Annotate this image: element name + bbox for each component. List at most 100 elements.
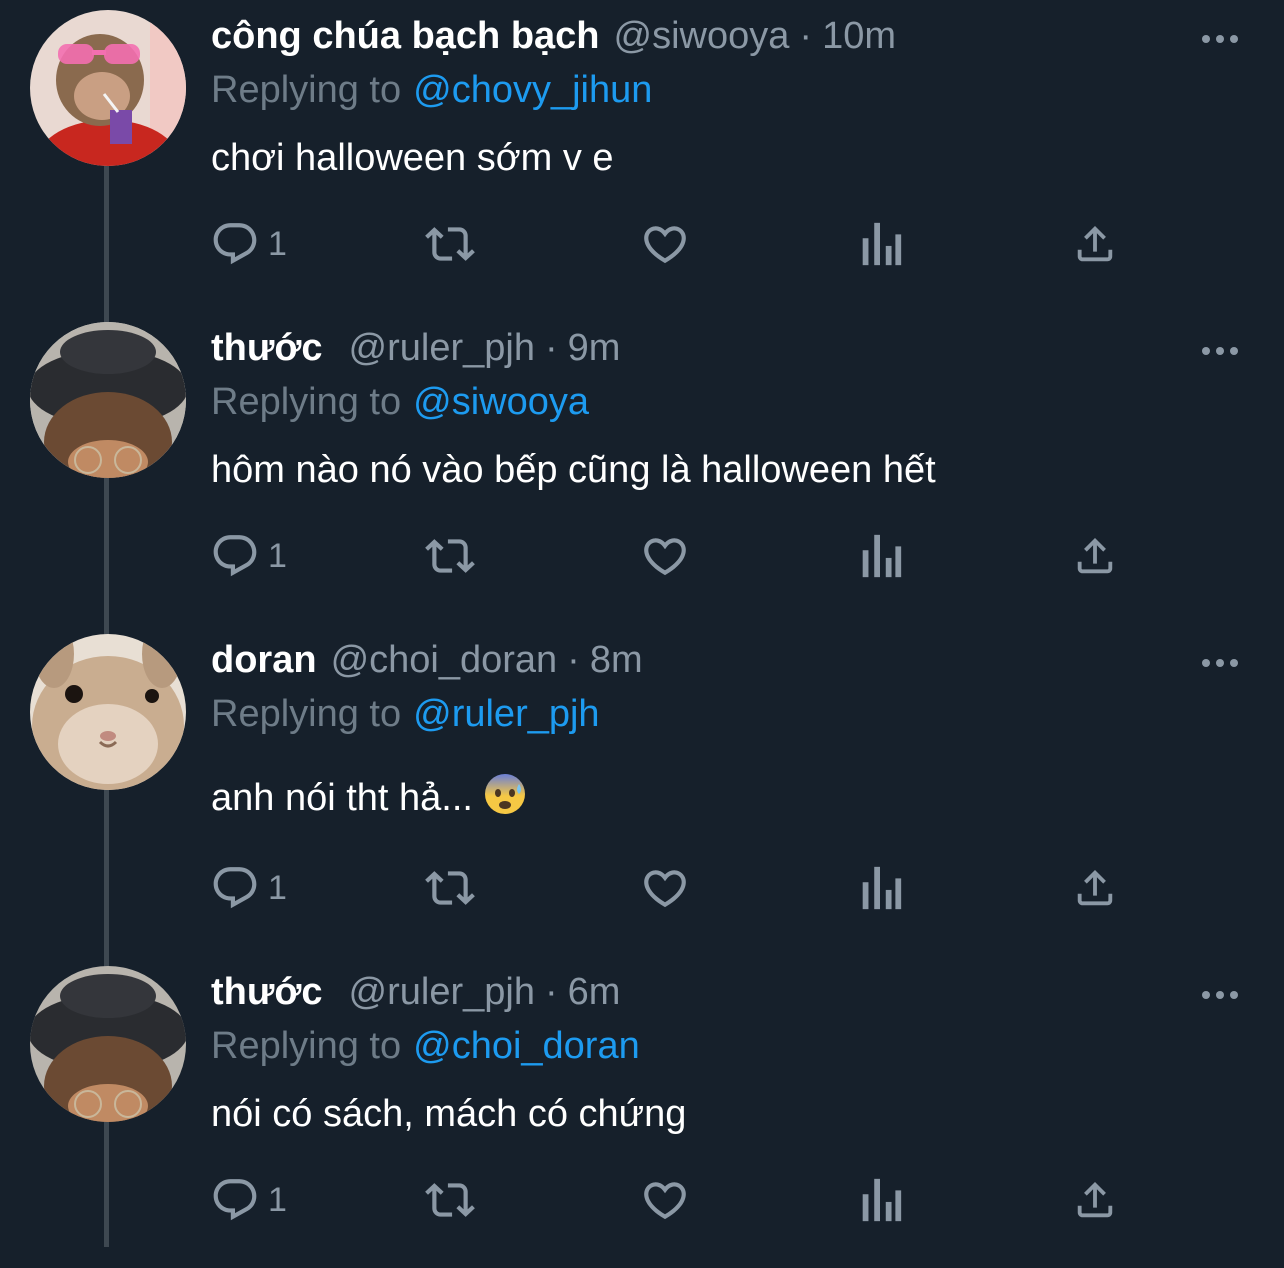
share-button[interactable] [1072,1170,1118,1230]
replying-to-label: Replying to [211,381,402,423]
tweet[interactable]: thước @ruler_pjh · 9m Replying to @siwooy… [0,312,1284,624]
display-name[interactable]: thước [211,964,323,1020]
user-handle[interactable]: @ruler_pjh [349,964,535,1020]
tweet-actions: 1 [210,526,1130,586]
display-name[interactable]: thước [211,320,323,376]
reply-count: 1 [268,224,287,263]
analytics-icon [862,866,902,910]
analytics-button[interactable] [858,214,902,274]
heart-icon [644,538,686,576]
person-hat-avatar-image [30,966,186,1122]
timestamp[interactable]: 8m [590,632,643,688]
analytics-icon [862,534,902,578]
user-handle[interactable]: @ruler_pjh [349,320,535,376]
display-name[interactable]: công chúa bạch bạch [211,8,600,64]
tweet[interactable]: công chúa bạch bạch @siwooya · 10m Reply… [0,0,1284,312]
like-button[interactable] [640,526,690,586]
more-options-icon [1202,659,1238,667]
reply-button[interactable]: 1 [210,858,287,918]
share-button[interactable] [1072,858,1118,918]
heart-icon [644,1182,686,1220]
separator-dot: · [799,15,813,57]
retweet-button[interactable] [423,526,477,586]
separator-dot: · [544,971,558,1013]
tweet-text: chơi halloween sớm v e [211,137,614,179]
replying-to-link[interactable]: @siwooya [413,381,589,423]
person-hat-avatar-image [30,322,186,478]
replying-to-label: Replying to [211,69,402,111]
retweet-icon [425,871,475,905]
timestamp[interactable]: 9m [568,320,621,376]
tweet[interactable]: thước @ruler_pjh · 6m Replying to @choi_d… [0,956,1284,1268]
tweet[interactable]: doran @choi_doran · 8m Replying to @ruler… [0,624,1284,936]
tweet-text: hôm nào nó vào bếp cũng là halloween hết [211,449,936,491]
share-icon [1077,225,1113,262]
reply-button[interactable]: 1 [210,526,287,586]
reply-count: 1 [268,1180,287,1219]
reply-icon [213,223,257,265]
heart-icon [644,870,686,908]
analytics-button[interactable] [858,526,902,586]
separator-dot: · [567,639,580,681]
more-options-button[interactable] [1196,336,1244,366]
tweet-text-container: anh nói tht hả... [211,768,527,828]
share-button[interactable] [1072,526,1118,586]
reply-button[interactable]: 1 [210,1170,287,1230]
tweet-header: thước @ruler_pjh · 6m [211,964,620,1020]
avatar[interactable] [30,10,186,166]
reply-count: 1 [268,536,287,575]
reply-icon [213,1179,257,1221]
reply-icon [213,867,257,909]
share-icon [1077,537,1113,574]
replying-to: Replying to @siwooya [211,374,589,430]
retweet-icon [425,227,475,261]
tweet-header: doran @choi_doran · 8m [211,632,643,688]
retweet-button[interactable] [423,1170,477,1230]
avatar[interactable] [30,966,186,1122]
tweet-text: nói có sách, mách có chứng [211,1093,687,1135]
tweet-header: thước @ruler_pjh · 9m [211,320,620,376]
analytics-icon [862,222,902,266]
more-options-icon [1202,35,1238,43]
analytics-button[interactable] [858,858,902,918]
replying-to: Replying to @choi_doran [211,1018,640,1074]
analytics-button[interactable] [858,1170,902,1230]
tweet-actions: 1 [210,1170,1130,1230]
tweet-actions: 1 [210,858,1130,918]
tweet-text: anh nói tht hả... [211,777,473,819]
like-button[interactable] [640,1170,690,1230]
monkey-avatar-image [30,10,186,166]
retweet-button[interactable] [423,214,477,274]
user-handle[interactable]: @siwooya [614,8,790,64]
reply-button[interactable]: 1 [210,214,287,274]
replying-to-label: Replying to [211,693,402,735]
tweet-header: công chúa bạch bạch @siwooya · 10m [211,8,896,64]
reply-icon [213,535,257,577]
avatar[interactable] [30,322,186,478]
reply-thread: công chúa bạch bạch @siwooya · 10m Reply… [0,0,1284,1247]
replying-to: Replying to @chovy_jihun [211,62,652,118]
avatar[interactable] [30,634,186,790]
more-options-button[interactable] [1196,24,1244,54]
more-options-button[interactable] [1196,648,1244,678]
share-button[interactable] [1072,214,1118,274]
rabbit-avatar-image [30,634,186,790]
like-button[interactable] [640,214,690,274]
more-options-icon [1202,347,1238,355]
user-handle[interactable]: @choi_doran [331,632,558,688]
reply-count: 1 [268,868,287,907]
more-options-button[interactable] [1196,980,1244,1010]
like-button[interactable] [640,858,690,918]
replying-to-link[interactable]: @ruler_pjh [413,693,599,735]
timestamp[interactable]: 6m [568,964,621,1020]
replying-to: Replying to @ruler_pjh [211,686,600,742]
retweet-icon [425,539,475,573]
display-name[interactable]: doran [211,632,317,688]
replying-to-link[interactable]: @chovy_jihun [413,69,652,111]
anxious-face-with-sweat-emoji [484,774,525,814]
timestamp[interactable]: 10m [822,8,896,64]
retweet-button[interactable] [423,858,477,918]
replying-to-link[interactable]: @choi_doran [413,1025,640,1067]
analytics-icon [862,1178,902,1222]
replying-to-label: Replying to [211,1025,402,1067]
